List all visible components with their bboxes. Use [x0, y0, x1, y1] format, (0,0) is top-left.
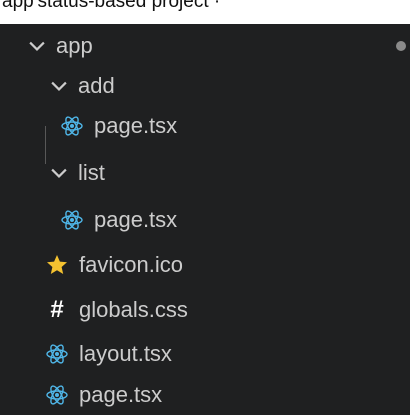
header-text: app status-based project · [2, 0, 221, 12]
file-add-page[interactable]: page.tsx U [0, 106, 410, 146]
folder-list[interactable]: list [0, 153, 410, 193]
chevron-down-icon [51, 168, 67, 178]
change-dot [396, 41, 406, 51]
chevron-down-icon [51, 81, 67, 91]
file-list-page[interactable]: page.tsx U [0, 200, 410, 240]
file-favicon[interactable]: favicon.ico [0, 245, 410, 285]
file-globals-css-label: globals.css [79, 297, 188, 322]
file-add-page-label: page.tsx [94, 113, 178, 138]
file-root-page[interactable]: page.tsx M [0, 375, 410, 415]
hash-icon: # [50, 296, 64, 323]
folder-add[interactable]: add [0, 66, 410, 106]
file-layout[interactable]: layout.tsx M [0, 334, 410, 374]
file-list-page-label: page.tsx [94, 207, 178, 232]
react-icon [60, 208, 84, 232]
star-icon [45, 253, 69, 277]
file-globals-css[interactable]: # globals.css M [0, 290, 410, 330]
folder-app[interactable]: app [0, 26, 410, 66]
folder-app-label: app [56, 33, 93, 58]
react-icon [45, 383, 69, 407]
folder-add-label: add [78, 73, 115, 98]
header-strip: app status-based project · [0, 0, 410, 24]
chevron-down-icon [29, 41, 45, 51]
react-icon [45, 342, 69, 366]
file-favicon-label: favicon.ico [79, 252, 183, 277]
file-layout-label: layout.tsx [79, 341, 172, 366]
file-explorer: app add page.tsx U lis [0, 24, 410, 415]
react-icon [60, 114, 84, 138]
folder-list-label: list [78, 160, 105, 185]
file-root-page-label: page.tsx [79, 382, 163, 407]
